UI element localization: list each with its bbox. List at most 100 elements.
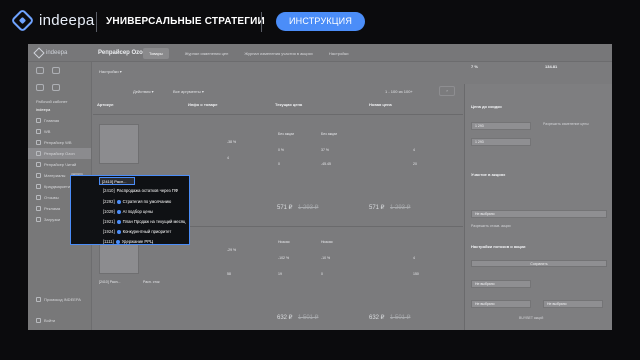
sidebar-item-repricer-chitai[interactable]: Репрайсер Читай	[28, 159, 91, 170]
brand-logo: indeepa	[10, 8, 95, 33]
download-icon	[36, 217, 41, 222]
logout-icon	[36, 318, 41, 323]
pagination: 1 - 100 из 100+	[385, 89, 413, 94]
panel-top-value: 134.81	[545, 64, 558, 69]
stat-value: Без акции	[321, 132, 338, 136]
price-input[interactable]: 1 293	[471, 122, 531, 130]
stat-value: -10 %	[321, 256, 331, 260]
sidebar-item-wb[interactable]: WB	[28, 126, 91, 137]
strategy-dot-icon	[116, 209, 121, 214]
banner-divider-2	[261, 12, 262, 32]
new-old-price: 1 501 ₽	[390, 315, 411, 321]
filters-dropdown[interactable]: Все аргументы ▾	[173, 88, 204, 96]
current-old-price: 1 501 ₽	[298, 315, 319, 321]
current-old-price: 1 293 ₽	[298, 205, 319, 211]
stat-value: 150	[413, 272, 419, 276]
actions-dropdown[interactable]: Действия ▾	[133, 88, 154, 96]
section-title: Участие в акциях	[471, 172, 506, 177]
page-title: Репрайсер Ozon	[98, 50, 147, 56]
col-new-price[interactable]: Новая цена	[369, 102, 392, 111]
banner-title: УНИВЕРСАЛЬНЫЕ СТРАТЕГИИ	[106, 16, 265, 27]
stat-value: 0	[321, 272, 323, 276]
stream-select[interactable]: Не выбрано	[471, 280, 531, 288]
allow-promo-checkbox[interactable]: Разрешить отзыв. акции	[471, 224, 511, 228]
megaphone-icon	[36, 206, 41, 211]
stream-select[interactable]: Не выбрано	[471, 300, 531, 308]
new-price: 571 ₽	[369, 205, 385, 211]
new-old-price: 1 293 ₽	[390, 205, 411, 211]
strategy-option[interactable]: [2292] Стратегия по умолчанию	[103, 199, 171, 204]
stat-value: 0	[278, 162, 280, 166]
star-icon	[36, 195, 41, 200]
stream-select[interactable]: Не выбрано	[543, 300, 603, 308]
row-info: Расп. сток	[143, 280, 160, 284]
repricer-icon	[36, 151, 41, 156]
tab-promo-log[interactable]: Журнал изменения участия в акциях	[244, 48, 312, 59]
save-button[interactable]: Сохранить	[471, 260, 607, 267]
buybet-note: BUYBET акций	[519, 316, 544, 320]
sidebar-item-repricer-wb[interactable]: Репрайсер WB	[28, 137, 91, 148]
current-price: 571 ₽	[277, 205, 293, 211]
col-current-price[interactable]: Текущая цена	[275, 102, 302, 111]
tab-bar: Товары Журнал изменения цен Журнал измен…	[143, 48, 348, 59]
wb-icon	[36, 129, 41, 134]
user-icon[interactable]	[52, 84, 60, 91]
stat-value: 0 %	[278, 148, 285, 152]
people-icon	[36, 184, 41, 189]
stat-value: -38 %	[227, 140, 237, 144]
product-thumbnail[interactable]	[99, 124, 139, 164]
logout-link[interactable]: Войти	[28, 315, 92, 326]
instruction-button[interactable]: ИНСТРУКЦИЯ	[276, 12, 365, 31]
col-info[interactable]: Инфо о товаре	[188, 102, 218, 111]
section-title: Цена до скидки	[471, 104, 502, 109]
app-logo: indeepa	[35, 49, 67, 57]
workspace-value[interactable]: indeepa	[28, 107, 91, 115]
strategy-dot-icon	[116, 219, 121, 224]
stat-value: 4	[413, 148, 415, 152]
stat-value: -102 %	[278, 256, 290, 260]
book-icon	[36, 173, 41, 178]
stat-value: 58	[227, 272, 231, 276]
panel-top-value: 7 %	[471, 64, 478, 69]
strategy-select[interactable]: [2410] Расп...	[99, 177, 135, 185]
repricer-icon	[36, 162, 41, 167]
allow-price-checkbox[interactable]: Разрешить изменение цены	[543, 122, 589, 126]
strategy-option[interactable]: [1029] AI подбор цены	[103, 209, 153, 214]
strategy-option[interactable]: [2410] Распродажа остатков через ПФ	[103, 188, 178, 193]
tab-products[interactable]: Товары	[143, 48, 169, 59]
next-page-icon[interactable]: ›	[439, 86, 455, 96]
promo-link[interactable]: Промокод INDEEPA	[28, 294, 92, 305]
indeepa-logo-icon	[10, 8, 35, 33]
strategy-dot-icon	[116, 199, 121, 204]
col-article[interactable]: Артикул	[97, 102, 113, 111]
repricer-icon	[36, 140, 41, 145]
banner: indeepa УНИВЕРСАЛЬНЫЕ СТРАТЕГИИ ИНСТРУКЦ…	[0, 0, 640, 44]
home-icon	[36, 118, 41, 123]
strategy-option[interactable]: [1924] Конкурентный приоритет	[103, 229, 171, 234]
settings-dropdown[interactable]: Настройки ▾	[99, 68, 122, 76]
tab-settings[interactable]: Настройки	[329, 48, 349, 59]
strategy-option[interactable]: [1921] План Продаж на текущий месяц	[103, 219, 185, 224]
strategy-option[interactable]: [1111] Удержание РРЦ	[103, 239, 153, 244]
stat-value: 4	[227, 156, 229, 160]
bell-icon[interactable]	[36, 84, 44, 91]
row-tag[interactable]: [2410] Расп...	[99, 280, 120, 284]
current-price: 632 ₽	[277, 315, 293, 321]
stat-value: 20	[413, 162, 417, 166]
stat-value: Низкая	[321, 240, 333, 244]
price-input[interactable]: 1 293	[471, 138, 531, 146]
sidebar-item-repricer-ozon[interactable]: Репрайсер Ozon	[28, 148, 91, 159]
sidebar-icon-row-2	[28, 79, 91, 96]
strategy-dot-icon	[115, 239, 120, 244]
settings-icon[interactable]	[52, 67, 60, 74]
tab-price-log[interactable]: Журнал изменения цен	[185, 48, 229, 59]
promo-select[interactable]: Не выбрано	[471, 210, 607, 218]
banner-divider	[96, 12, 97, 32]
new-price: 632 ₽	[369, 315, 385, 321]
gift-icon	[36, 297, 41, 302]
sidebar-bottom: Промокод INDEEPA Войти	[28, 294, 92, 326]
stat-value: 19	[278, 272, 282, 276]
home-icon[interactable]	[36, 67, 44, 74]
stat-value: 4	[413, 256, 415, 260]
sidebar-item-home[interactable]: Главная	[28, 115, 91, 126]
